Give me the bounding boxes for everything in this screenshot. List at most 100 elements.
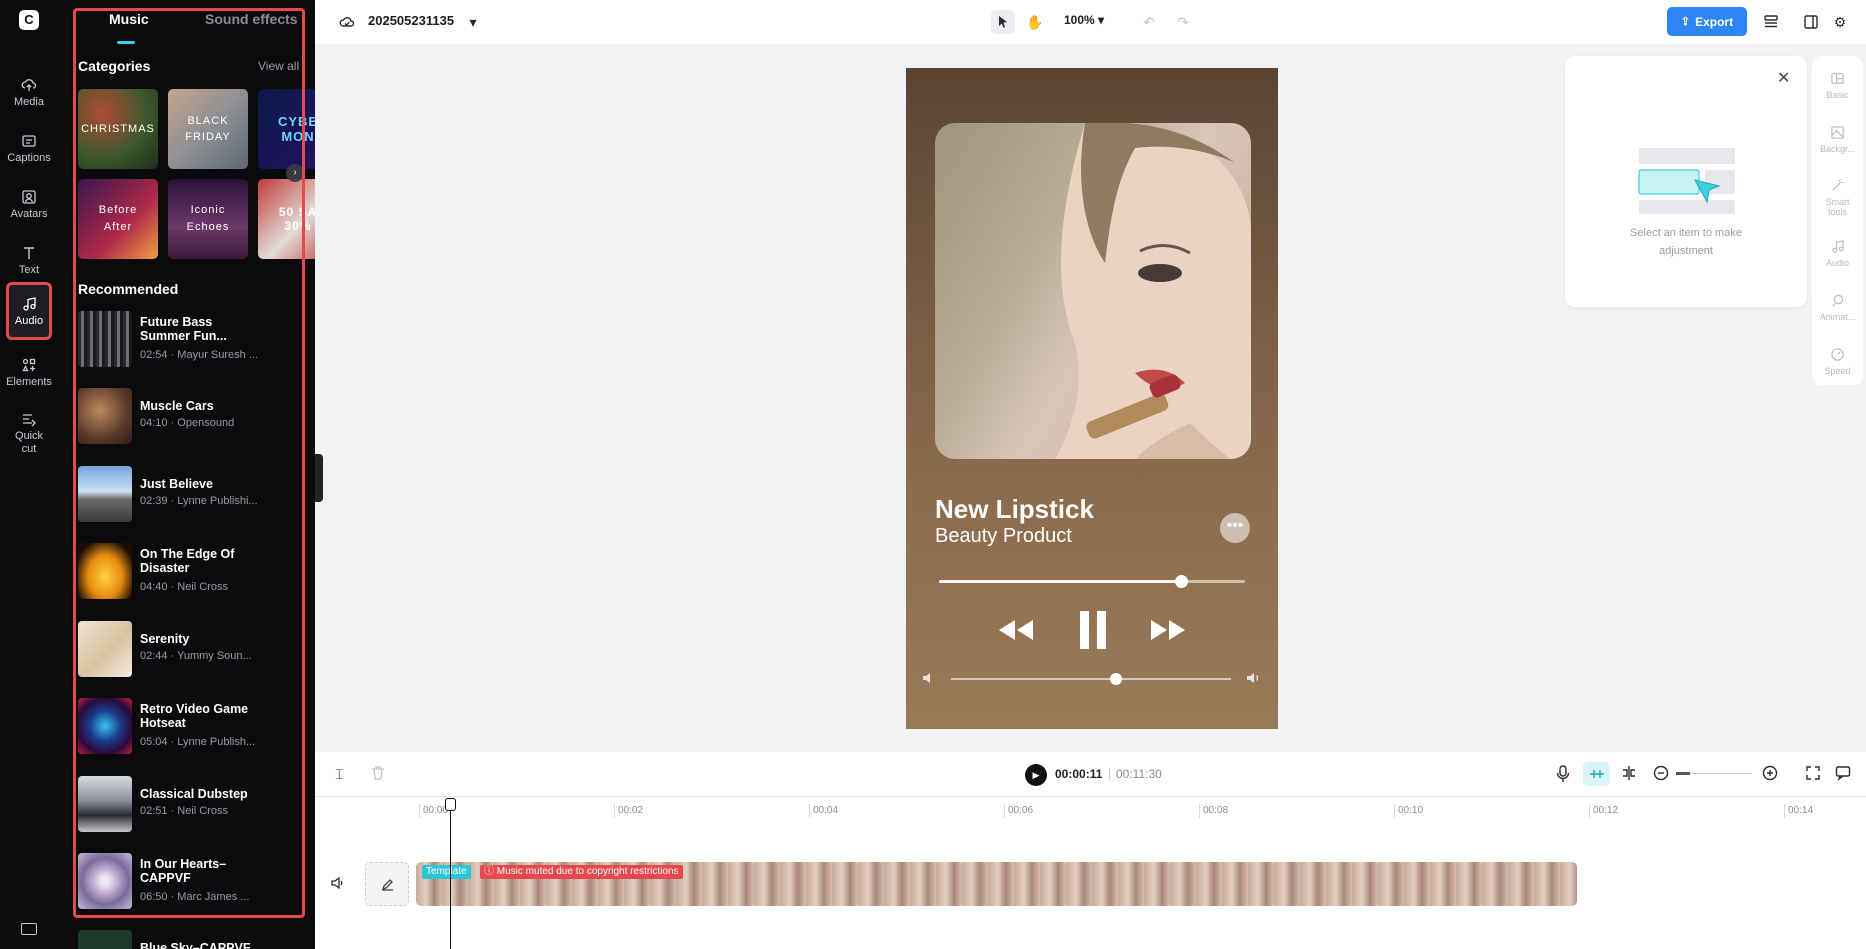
- split-layout-icon[interactable]: [1799, 10, 1823, 34]
- pause-icon[interactable]: [1071, 608, 1115, 652]
- panel-collapse-handle[interactable]: [315, 454, 323, 502]
- volume-high-icon[interactable]: [1246, 671, 1262, 690]
- track-item[interactable]: Just Believe 02:39 · Lynne Publishi...: [78, 466, 298, 522]
- category-christmas[interactable]: CHRISTMAS: [78, 89, 158, 169]
- volume-handle[interactable]: [1110, 673, 1123, 685]
- layers-icon[interactable]: [1759, 10, 1783, 34]
- inspector-label: Animat...: [1819, 311, 1856, 322]
- track-title: In Our Hearts–CAPPVF: [140, 857, 227, 885]
- current-time: 00:00:11: [1055, 767, 1103, 781]
- inspector-empty-state: ✕ Select an item to make adjustment: [1565, 56, 1807, 307]
- track-item[interactable]: Muscle Cars 04:10 · Opensound: [78, 388, 298, 444]
- keyboard-icon[interactable]: [21, 923, 37, 935]
- fast-forward-icon[interactable]: [1146, 608, 1190, 652]
- tab-music[interactable]: Music: [109, 11, 149, 27]
- track-item[interactable]: On The Edge Of Disaster 04:40 · Neil Cro…: [78, 543, 298, 599]
- seek-handle[interactable]: [1174, 575, 1188, 588]
- redo-icon[interactable]: ↷: [1171, 10, 1195, 34]
- seek-bar[interactable]: [939, 575, 1245, 588]
- inspector-hint: Select an item to make adjustment: [1630, 227, 1742, 257]
- fullscreen-icon[interactable]: [1806, 766, 1820, 785]
- rail-label: Quick cut: [14, 429, 44, 455]
- track-item[interactable]: Future Bass Summer Fun... 02:54 · Mayur …: [78, 311, 298, 367]
- inspector-label: Speed: [1824, 365, 1851, 376]
- track-title: Blue Sky–CAPPVF: [140, 941, 251, 949]
- animation-icon: [1832, 294, 1844, 307]
- auto-snap-icon[interactable]: [1583, 762, 1610, 786]
- cloud-upload-icon: [21, 78, 37, 91]
- category-sale[interactable]: 50 SA 30%: [258, 179, 315, 259]
- project-name[interactable]: 202505231135: [368, 13, 454, 28]
- magic-wand-icon: [1832, 178, 1845, 191]
- close-icon[interactable]: ✕: [1777, 68, 1790, 88]
- pencil-icon: [381, 878, 393, 891]
- track-meta: 05:04 · Lynne Publish...: [140, 736, 256, 748]
- inspector-animation[interactable]: Animat...: [1812, 282, 1863, 332]
- track-meta: 02:44 · Yummy Soun...: [140, 650, 252, 662]
- category-before-after[interactable]: Before After: [78, 179, 158, 259]
- upload-icon: ⇪: [1680, 16, 1691, 28]
- hand-pan-icon[interactable]: ✋: [1023, 10, 1047, 34]
- play-icon[interactable]: ▶: [1025, 764, 1047, 786]
- chevron-right-icon[interactable]: ›: [286, 164, 304, 182]
- ruler-tick: 00:08: [1199, 804, 1228, 818]
- rail-item-media[interactable]: Media: [6, 66, 52, 118]
- track-volume-icon[interactable]: [331, 876, 345, 893]
- chevron-down-icon[interactable]: ▾: [461, 10, 485, 34]
- volume-mute-icon[interactable]: [922, 671, 936, 688]
- inspector-basic[interactable]: Basic: [1812, 60, 1863, 110]
- zoom-level[interactable]: 100% ▾: [1064, 13, 1104, 27]
- rail-item-captions[interactable]: Captions: [6, 122, 52, 174]
- edit-cover-button[interactable]: [365, 862, 409, 906]
- inspector-audio[interactable]: Audio: [1812, 228, 1863, 278]
- playhead-handle[interactable]: [445, 798, 456, 811]
- audio-panel: Music Sound effects Categories View all …: [64, 0, 315, 949]
- cloud-sync-icon[interactable]: [335, 10, 359, 34]
- track-item[interactable]: Classical Dubstep 02:51 · Neil Cross: [78, 776, 298, 832]
- inspector-smart-tools[interactable]: Smart tools: [1812, 168, 1863, 226]
- split-icon[interactable]: ⌶: [335, 766, 343, 783]
- quick-cut-icon: [23, 413, 36, 426]
- view-all-link[interactable]: View all: [258, 59, 299, 73]
- rail-item-audio[interactable]: Audio: [6, 282, 52, 340]
- zoom-out-icon[interactable]: [1653, 765, 1669, 786]
- active-tab-indicator: [117, 41, 135, 44]
- track-thumbnail: [78, 466, 132, 522]
- captions-icon: [22, 134, 36, 147]
- track-thumbnail: [78, 930, 132, 949]
- track-item[interactable]: Blue Sky–CAPPVF: [78, 930, 298, 949]
- category-cyber-monday[interactable]: CYBE MON: [258, 89, 315, 169]
- playhead[interactable]: [450, 800, 451, 949]
- zoom-slider-handle[interactable]: [1676, 772, 1690, 775]
- more-options-icon[interactable]: •••: [1220, 513, 1250, 543]
- category-iconic-echoes[interactable]: Iconic Echoes: [168, 179, 248, 259]
- feedback-icon[interactable]: [1835, 765, 1851, 786]
- inspector-speed[interactable]: Speed: [1812, 336, 1863, 386]
- preview-canvas[interactable]: New Lipstick Beauty Product •••: [906, 68, 1278, 729]
- track-item[interactable]: Serenity 02:44 · Yummy Soun...: [78, 621, 298, 677]
- settings-gear-icon[interactable]: ⚙: [1828, 10, 1852, 34]
- rail-item-elements[interactable]: Elements: [6, 346, 52, 398]
- timeline-divider: [315, 796, 1866, 797]
- rail-item-avatars[interactable]: Avatars: [6, 178, 52, 230]
- inspector-background[interactable]: Backgr...: [1812, 114, 1863, 164]
- tab-sound-effects[interactable]: Sound effects: [205, 11, 298, 27]
- video-clip[interactable]: Template ⓘ Music muted due to copyright …: [416, 862, 1577, 906]
- timeline-zoom-slider[interactable]: [1676, 772, 1752, 775]
- delete-icon[interactable]: [371, 765, 385, 786]
- undo-icon[interactable]: ↶: [1137, 10, 1161, 34]
- app-logo[interactable]: C: [19, 10, 39, 30]
- rail-item-text[interactable]: Text: [6, 234, 52, 286]
- split-clip-icon[interactable]: [1621, 765, 1637, 786]
- category-black-friday[interactable]: BLACK FRIDAY: [168, 89, 248, 169]
- microphone-icon[interactable]: [1556, 765, 1570, 788]
- volume-slider[interactable]: [951, 673, 1231, 685]
- zoom-in-icon[interactable]: [1762, 765, 1778, 786]
- track-item[interactable]: In Our Hearts–CAPPVF 06:50 · Marc James …: [78, 853, 298, 909]
- export-button[interactable]: ⇪ Export: [1667, 7, 1747, 36]
- rewind-icon[interactable]: [994, 608, 1038, 652]
- rail-item-quick-cut[interactable]: Quick cut: [6, 402, 52, 464]
- track-item[interactable]: Retro Video Game Hotseat 05:04 · Lynne P…: [78, 698, 298, 754]
- select-pointer-icon[interactable]: [991, 10, 1015, 34]
- category-label: CYBE MON: [277, 114, 315, 144]
